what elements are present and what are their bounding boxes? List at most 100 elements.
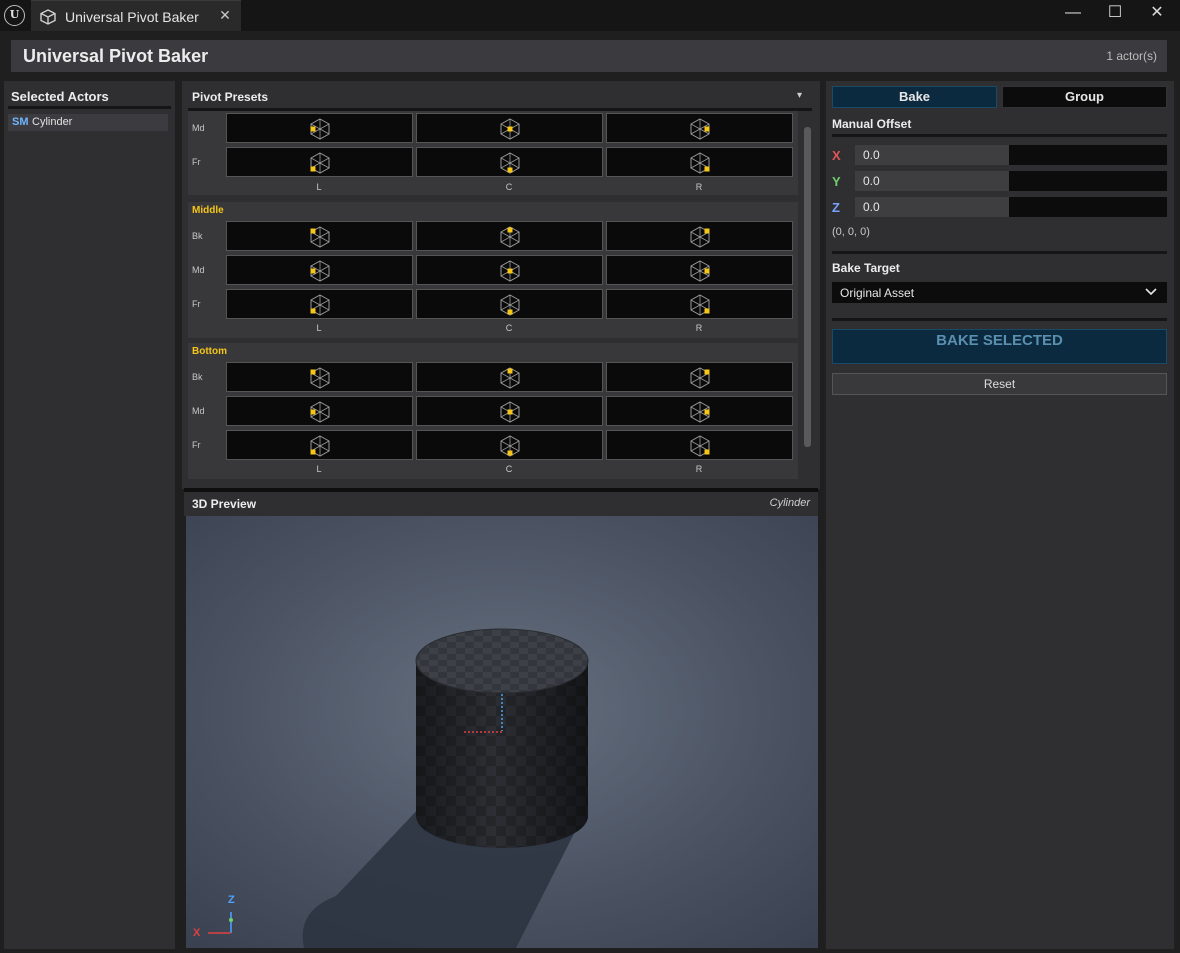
offset-y-row: Y 0.0: [832, 171, 1172, 193]
pivot-cube-icon: [690, 435, 710, 457]
pivot-preset-button[interactable]: [226, 396, 413, 426]
bake-target-title: Bake Target: [832, 261, 900, 275]
pivot-cube-icon: [690, 401, 710, 423]
page-title: Universal Pivot Baker: [23, 46, 209, 66]
gizmo-x-label: X: [193, 927, 201, 939]
tab-universal-pivot-baker[interactable]: Universal Pivot Baker ✕: [31, 0, 241, 32]
offset-x-field[interactable]: 0.0: [855, 145, 1167, 165]
z-axis-label: Z: [832, 200, 840, 215]
pivot-cube-icon: [310, 367, 330, 389]
pivot-preset-button[interactable]: [606, 113, 793, 143]
pivot-preset-button[interactable]: [416, 221, 603, 251]
pivot-presets-panel: Pivot Presets ▾ Md Fr L C R Middle Bk Md Fr L C R Bo…: [182, 81, 820, 489]
pivot-cube-icon: [500, 152, 520, 174]
divider: [832, 251, 1167, 254]
preview-object-name: Cylinder: [769, 497, 810, 509]
pivot-preset-button[interactable]: [226, 289, 413, 319]
reset-button[interactable]: Reset: [832, 373, 1167, 395]
pivot-cube-icon: [310, 226, 330, 248]
offset-z-row: Z 0.0: [832, 197, 1172, 219]
pivot-cube-icon: [500, 118, 520, 140]
pivot-preset-button[interactable]: [606, 430, 793, 460]
offset-x-row: X 0.0: [832, 145, 1172, 167]
chevron-down-icon: [1145, 288, 1157, 296]
maximize-button[interactable]: ☐: [1104, 2, 1126, 24]
tab-group[interactable]: Group: [1002, 86, 1167, 108]
preset-row-label: Fr: [192, 157, 201, 167]
app-body: Universal Pivot Baker 1 actor(s) Selecte…: [0, 31, 1180, 953]
bake-target-dropdown[interactable]: Original Asset: [832, 282, 1167, 303]
preview-viewport[interactable]: Z X: [186, 516, 818, 948]
offset-z-field[interactable]: 0.0: [855, 197, 1167, 217]
preset-row-label: Bk: [192, 231, 203, 241]
pivot-preset-button[interactable]: [416, 255, 603, 285]
pivot-preset-button[interactable]: [226, 221, 413, 251]
pivot-preset-button[interactable]: [226, 147, 413, 177]
preview-header: 3D Preview Cylinder: [184, 492, 818, 516]
x-axis-label: X: [832, 148, 841, 163]
preset-group-bottom: Bottom Bk Md Fr L C R: [188, 343, 798, 479]
preset-row-label: Bk: [192, 372, 203, 382]
manual-offset-title: Manual Offset: [832, 117, 912, 131]
pivot-preset-button[interactable]: [416, 147, 603, 177]
preset-row-label: Fr: [192, 299, 201, 309]
actor-count: 1 actor(s): [1106, 49, 1157, 63]
selected-actors-panel: Selected Actors SM Cylinder: [4, 81, 175, 949]
pivot-cube-icon: [500, 294, 520, 316]
app-header: Universal Pivot Baker 1 actor(s): [11, 40, 1167, 72]
offset-y-field[interactable]: 0.0: [855, 171, 1167, 191]
presets-scrollbar[interactable]: [804, 127, 811, 447]
pivot-preset-button[interactable]: [226, 113, 413, 143]
minimize-button[interactable]: —: [1062, 2, 1084, 24]
preview-title: 3D Preview: [192, 497, 257, 511]
preset-group-title: Middle: [192, 205, 224, 216]
preset-column-label: L: [316, 464, 322, 474]
pivot-preset-button[interactable]: [416, 396, 603, 426]
preset-column-label: C: [505, 182, 513, 192]
divider: [832, 318, 1167, 321]
pivot-cube-icon: [500, 401, 520, 423]
pivot-cube-icon: [310, 401, 330, 423]
preset-group-top: Md Fr L C R: [188, 111, 798, 195]
pivot-preset-button[interactable]: [226, 255, 413, 285]
preset-group-middle: Middle Bk Md Fr L C R: [188, 202, 798, 338]
pivot-cube-icon: [310, 118, 330, 140]
pivot-preset-button[interactable]: [606, 221, 793, 251]
tab-bake[interactable]: Bake: [832, 86, 997, 108]
preset-group-title: Bottom: [192, 346, 227, 357]
pivot-cube-icon: [690, 367, 710, 389]
pivot-preset-button[interactable]: [416, 430, 603, 460]
pivot-preset-button[interactable]: [226, 430, 413, 460]
preset-row-label: Md: [192, 406, 205, 416]
pivot-preset-button[interactable]: [606, 289, 793, 319]
pivot-preset-button[interactable]: [416, 289, 603, 319]
gizmo-z-label: Z: [228, 894, 235, 906]
tab-close-icon[interactable]: ✕: [218, 7, 232, 24]
offset-x-value: 0.0: [863, 148, 880, 162]
pivot-preset-button[interactable]: [416, 113, 603, 143]
offset-summary: (0, 0, 0): [832, 226, 870, 238]
cube-icon: [40, 9, 56, 30]
divider: [832, 134, 1167, 137]
pivot-preset-button[interactable]: [606, 362, 793, 392]
pivot-preset-button[interactable]: [606, 255, 793, 285]
pivot-preset-button[interactable]: [606, 147, 793, 177]
preset-column-label: C: [505, 464, 513, 474]
divider: [8, 106, 171, 109]
actor-list-item[interactable]: SM Cylinder: [8, 114, 168, 131]
tab-label: Universal Pivot Baker: [65, 9, 199, 25]
pivot-preset-button[interactable]: [226, 362, 413, 392]
pivot-cube-icon: [690, 152, 710, 174]
pivot-preset-button[interactable]: [606, 396, 793, 426]
bake-selected-button[interactable]: BAKE SELECTED: [832, 329, 1167, 364]
window-close-button[interactable]: ✕: [1146, 2, 1168, 24]
bake-target-value: Original Asset: [840, 286, 915, 300]
preset-column-label: R: [695, 464, 703, 474]
pivot-cube-icon: [690, 260, 710, 282]
preset-row-label: Fr: [192, 440, 201, 450]
pivot-cube-icon: [310, 294, 330, 316]
selected-actors-title: Selected Actors: [11, 89, 109, 104]
preset-column-label: L: [316, 182, 322, 192]
pivot-preset-button[interactable]: [416, 362, 603, 392]
pivot-cube-icon: [500, 367, 520, 389]
